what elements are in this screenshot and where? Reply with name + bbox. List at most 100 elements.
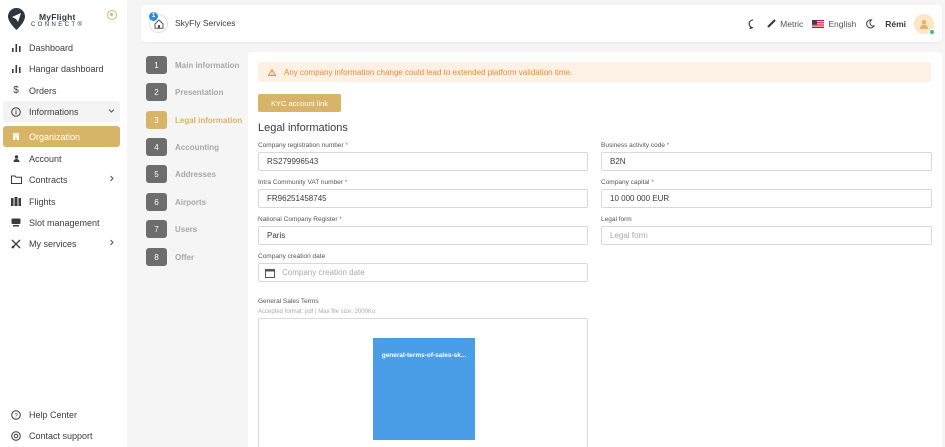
- section-title: Legal informations: [258, 122, 348, 134]
- step-presentation[interactable]: 2 Presentation: [146, 83, 223, 101]
- business-activity-code-input[interactable]: B2N: [601, 152, 932, 171]
- sidebar-item-slot-management[interactable]: Slot management: [3, 212, 120, 233]
- brand-text: MyFlight CONNECT®: [31, 13, 84, 29]
- sidebar-item-informations[interactable]: Informations: [3, 101, 120, 122]
- contact-support-label: Contact support: [29, 431, 93, 441]
- sidebar-item-label: Organization: [29, 131, 81, 142]
- chat-button[interactable]: [748, 19, 758, 29]
- step-number: 2: [146, 83, 167, 101]
- user-name[interactable]: Rémi: [885, 19, 906, 29]
- sidebar: MyFlight CONNECT® Dashboard Hangar dashb…: [0, 0, 127, 447]
- brand-line2: CONNECT: [31, 22, 78, 28]
- step-label: Users: [175, 224, 198, 234]
- user-avatar-icon: [920, 19, 928, 29]
- user-icon: [3, 155, 29, 162]
- brand-line1: MyFlight: [39, 12, 76, 22]
- chevron-right-icon: [110, 239, 114, 246]
- dollar-icon: $: [13, 85, 19, 96]
- terms-title: General Sales Terms: [258, 298, 319, 305]
- creation-date-input[interactable]: Company creation date: [258, 263, 588, 282]
- folder-icon: [3, 175, 29, 184]
- sidebar-item-my-services[interactable]: My services: [3, 233, 120, 254]
- uploaded-file-thumbnail[interactable]: general-terms-of-sales-sk...: [373, 338, 475, 440]
- registration-number-input[interactable]: RS279996543: [258, 152, 588, 171]
- step-label: Airports: [175, 197, 207, 207]
- step-label: Offer: [175, 252, 195, 262]
- sidebar-item-dashboard[interactable]: Dashboard: [3, 37, 120, 58]
- calendar-icon: [265, 268, 275, 278]
- online-status-dot: [929, 28, 935, 35]
- help-center-label: Help Center: [29, 410, 78, 420]
- register-label: National Company Register *: [258, 216, 342, 223]
- support-icon: [3, 431, 29, 441]
- step-number: 5: [146, 165, 167, 183]
- legal-form-label: Legal form: [601, 216, 632, 223]
- step-number: 3: [146, 111, 167, 129]
- bar-chart-icon: [3, 43, 29, 52]
- step-addresses[interactable]: 5 Addresses: [146, 165, 216, 183]
- bar-chart-icon: [3, 64, 29, 73]
- brand-trademark: ®: [77, 22, 85, 28]
- warning-icon: [268, 68, 276, 76]
- step-accounting[interactable]: 4 Accounting: [146, 138, 219, 156]
- step-number: 7: [146, 220, 167, 238]
- chevron-right-icon: [110, 175, 114, 182]
- sidebar-item-contracts[interactable]: Contracts: [3, 169, 120, 190]
- sidebar-item-label: Hangar dashboard: [29, 63, 104, 74]
- step-number: 1: [146, 56, 167, 74]
- avatar[interactable]: [914, 13, 935, 35]
- sidebar-item-label: My services: [29, 238, 77, 249]
- info-icon: [3, 106, 29, 117]
- step-offer[interactable]: 8 Offer: [146, 248, 194, 266]
- warning-text: Any company information change could lea…: [284, 67, 573, 77]
- sidebar-item-label: Flights: [29, 196, 56, 207]
- step-airports[interactable]: 6 Airports: [146, 193, 206, 211]
- sidebar-item-orders[interactable]: $ Orders: [3, 80, 120, 101]
- chevron-down-icon: [108, 109, 115, 113]
- sidebar-item-organization[interactable]: Organization: [3, 126, 120, 147]
- vat-number-input[interactable]: FR96251458745: [258, 189, 588, 208]
- company-capital-input[interactable]: 10 000 000 EUR: [601, 189, 932, 208]
- us-flag-icon: [812, 19, 825, 28]
- step-label: Main information: [175, 60, 240, 70]
- theme-toggle[interactable]: [865, 18, 876, 29]
- step-number: 4: [146, 138, 167, 156]
- chat-icon: [748, 19, 754, 29]
- capital-label: Company capital *: [601, 179, 654, 186]
- sidebar-item-hangar-dashboard[interactable]: Hangar dashboard: [3, 58, 120, 79]
- activity-code-label: Business activity code *: [601, 142, 670, 149]
- sidebar-item-label: Informations: [29, 106, 79, 117]
- terms-upload-area[interactable]: general-terms-of-sales-sk...: [258, 318, 588, 447]
- top-bar: 1 SkyFly Services Metric English Rémi: [141, 5, 942, 42]
- units-button[interactable]: Metric: [767, 19, 803, 29]
- sidebar-item-account[interactable]: Account: [3, 148, 120, 169]
- sidebar-help-center[interactable]: ? Help Center: [3, 405, 120, 425]
- svg-text:?: ?: [14, 412, 18, 419]
- uploaded-file-name: general-terms-of-sales-sk...: [381, 352, 467, 359]
- step-users[interactable]: 7 Users: [146, 220, 197, 238]
- registration-label: Company registration number *: [258, 142, 348, 149]
- brand-logo[interactable]: MyFlight CONNECT®: [8, 7, 123, 33]
- notification-badge[interactable]: 1: [149, 12, 158, 21]
- building-icon: [3, 133, 29, 140]
- step-legal-information[interactable]: 3 Legal information: [146, 111, 242, 129]
- moon-icon: [866, 18, 876, 28]
- sidebar-item-label: Orders: [29, 85, 57, 96]
- units-label: Metric: [780, 18, 804, 29]
- language-label: English: [828, 18, 857, 29]
- legal-form-input[interactable]: Legal form: [601, 226, 932, 245]
- language-selector[interactable]: English: [812, 19, 856, 29]
- sidebar-item-flights[interactable]: Flights: [3, 191, 120, 212]
- step-main-information[interactable]: 1 Main information: [146, 56, 239, 74]
- step-label: Accounting: [175, 142, 219, 152]
- sidebar-collapse-button[interactable]: [107, 10, 117, 20]
- company-register-input[interactable]: Paris: [258, 226, 588, 245]
- vat-label: Intra Community VAT number *: [258, 179, 348, 186]
- step-label: Addresses: [175, 169, 216, 179]
- sidebar-contact-support[interactable]: Contact support: [3, 426, 120, 446]
- kyc-account-link-button[interactable]: KYC account link: [258, 94, 341, 112]
- services-icon: [3, 239, 29, 249]
- flights-icon: [3, 197, 29, 206]
- sidebar-item-label: Contracts: [29, 174, 68, 185]
- step-label: Presentation: [175, 87, 224, 97]
